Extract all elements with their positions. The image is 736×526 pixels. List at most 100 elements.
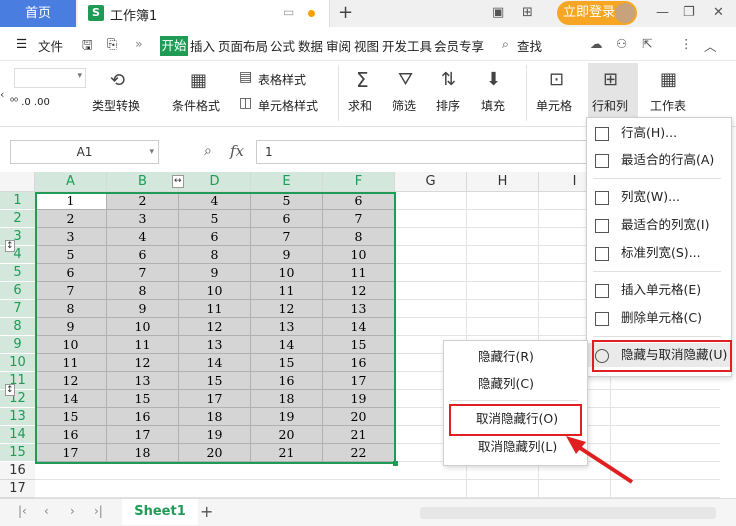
menu-insert-cells[interactable]: 插入单元格(E) <box>587 278 731 302</box>
menu-page-layout[interactable]: 页面布局 <box>218 36 268 55</box>
sum-icon[interactable]: Σ <box>356 70 369 90</box>
share-user-icon[interactable]: ⚇ <box>616 36 627 51</box>
rowcol-label[interactable]: 行和列 <box>592 97 628 114</box>
row-header[interactable]: 8 <box>0 318 35 336</box>
sort-icon[interactable]: ⇅ <box>441 70 456 90</box>
column-header-a[interactable]: A <box>35 172 107 192</box>
hidden-row-marker-icon[interactable]: ↕ <box>5 384 15 396</box>
menu-data[interactable]: 数据 <box>298 36 323 55</box>
hamburger-icon[interactable]: ☰ <box>16 36 27 51</box>
row-header[interactable]: 6 <box>0 282 35 300</box>
type-convert-label[interactable]: 类型转换 <box>92 97 140 114</box>
menu-start[interactable]: 开始 <box>160 36 188 56</box>
name-box[interactable]: A1 ▾ <box>10 140 159 164</box>
menu-developer[interactable]: 开发工具 <box>382 36 432 55</box>
fill-label[interactable]: 填充 <box>481 97 505 114</box>
close-icon[interactable]: ✕ <box>713 5 724 20</box>
menu-standard-width[interactable]: 标准列宽(S)... <box>587 241 731 265</box>
menu-formula[interactable]: 公式 <box>270 36 295 55</box>
row-header[interactable]: 2 <box>0 210 35 228</box>
filter-icon[interactable]: ⛛ <box>398 70 413 90</box>
select-all-corner[interactable] <box>0 172 35 192</box>
menu-hide-columns[interactable]: 隐藏列(C) <box>444 372 587 396</box>
menu-autofit-row-height[interactable]: 最适合的行高(A) <box>587 148 731 172</box>
menu-file[interactable]: 文件 <box>38 36 63 55</box>
row-header[interactable]: 9 <box>0 336 35 354</box>
row-header[interactable]: 17 <box>0 480 35 498</box>
prev-sheet-icon[interactable]: ‹ <box>44 504 49 518</box>
menu-delete-cells[interactable]: 删除单元格(C) <box>587 306 731 330</box>
column-header-g[interactable]: G <box>395 172 467 192</box>
collapse-ribbon-icon[interactable]: ︿ <box>704 36 717 55</box>
decimal-buttons-icon[interactable]: ⁰⁰ .0 .00 <box>10 97 50 108</box>
worksheet-icon[interactable]: ▦ <box>660 70 677 90</box>
sum-label[interactable]: 求和 <box>348 97 372 114</box>
row-header[interactable]: 5 <box>0 264 35 282</box>
row-header[interactable]: 10 <box>0 354 35 372</box>
row-header[interactable]: 1 <box>0 192 35 210</box>
cell-style-label[interactable]: 单元格样式 <box>258 97 318 114</box>
font-size-dropdown[interactable]: ▾ <box>14 68 86 88</box>
menu-column-width[interactable]: 列宽(W)... <box>587 185 731 209</box>
cell-label[interactable]: 单元格 <box>536 97 572 114</box>
cond-format-label[interactable]: 条件格式 <box>172 97 220 114</box>
login-button[interactable]: 立即登录 <box>557 1 637 25</box>
next-sheet-icon[interactable]: › <box>70 504 75 518</box>
export-icon[interactable]: ⎘ <box>107 36 117 52</box>
menu-view[interactable]: 视图 <box>354 36 379 55</box>
more-icon[interactable]: ⋮ <box>680 36 693 51</box>
horizontal-scrollbar[interactable] <box>420 507 716 519</box>
table-style-icon[interactable]: ▤ <box>239 67 252 87</box>
new-tab-button[interactable]: + <box>338 2 353 23</box>
cell-icon[interactable]: ⊡ <box>549 70 564 90</box>
fill-icon[interactable]: ⬇ <box>486 70 501 90</box>
grid-apps-icon[interactable]: ⊞ <box>522 5 533 20</box>
table-style-label[interactable]: 表格样式 <box>258 71 306 88</box>
fill-handle[interactable] <box>393 461 398 466</box>
hidden-row-marker-icon[interactable]: ↕ <box>5 240 15 252</box>
row-header[interactable]: 13 <box>0 408 35 426</box>
window-layout-icon[interactable]: ▣ <box>492 5 504 20</box>
formula-input[interactable]: 1 <box>256 140 590 164</box>
menu-member[interactable]: 会员专享 <box>434 36 484 55</box>
add-sheet-button[interactable]: + <box>200 502 213 521</box>
last-sheet-icon[interactable]: ›| <box>94 504 103 518</box>
row-header[interactable]: 16 <box>0 462 35 480</box>
row-header[interactable]: 14 <box>0 426 35 444</box>
menu-review[interactable]: 审阅 <box>326 36 351 55</box>
column-header-b[interactable]: B <box>107 172 179 192</box>
hidden-column-marker-icon[interactable]: ↔ <box>172 175 184 188</box>
zoom-icon[interactable]: ⌕ <box>204 143 212 159</box>
worksheet-label[interactable]: 工作表 <box>650 97 686 114</box>
menu-hide-rows[interactable]: 隐藏行(R) <box>444 345 587 369</box>
restore-icon[interactable]: ❐ <box>683 5 695 20</box>
cloud-icon[interactable]: ☁ <box>590 36 603 51</box>
cond-format-icon[interactable]: ▦ <box>190 71 207 91</box>
save-icon[interactable]: 🖫 <box>82 36 93 57</box>
row-header[interactable]: 15 <box>0 444 35 462</box>
cell-style-icon[interactable]: ◫ <box>239 93 252 113</box>
row-header[interactable]: 7 <box>0 300 35 318</box>
column-header-e[interactable]: E <box>251 172 323 192</box>
filter-label[interactable]: 筛选 <box>392 97 416 114</box>
fx-icon[interactable]: fx <box>230 142 244 160</box>
column-header-h[interactable]: H <box>467 172 539 192</box>
sort-label[interactable]: 排序 <box>436 97 460 114</box>
share-icon[interactable]: ⇱ <box>642 36 652 51</box>
ribbon-scroll-left-icon[interactable]: ‹ <box>0 85 4 105</box>
first-sheet-icon[interactable]: |‹ <box>18 504 27 518</box>
tab-workbook[interactable]: S 工作簿1 ▭ <box>78 0 330 27</box>
search-label[interactable]: 查找 <box>517 36 542 55</box>
column-header-d[interactable]: D <box>179 172 251 192</box>
menu-insert[interactable]: 插入 <box>190 36 215 55</box>
minimize-icon[interactable]: — <box>656 5 669 20</box>
type-convert-icon[interactable]: ⟲ <box>110 71 125 91</box>
tab-home[interactable]: 首页 <box>0 0 76 27</box>
menu-autofit-column-width[interactable]: 最适合的列宽(I) <box>587 213 731 237</box>
sheet-tab-sheet1[interactable]: Sheet1 <box>122 499 198 525</box>
rowcol-icon[interactable]: ⊞ <box>603 70 618 90</box>
column-header-f[interactable]: F <box>323 172 395 192</box>
menu-row-height[interactable]: 行高(H)... <box>587 121 731 145</box>
search-icon[interactable]: ⌕ <box>502 36 509 52</box>
more-quick-icon[interactable]: » <box>135 36 143 51</box>
